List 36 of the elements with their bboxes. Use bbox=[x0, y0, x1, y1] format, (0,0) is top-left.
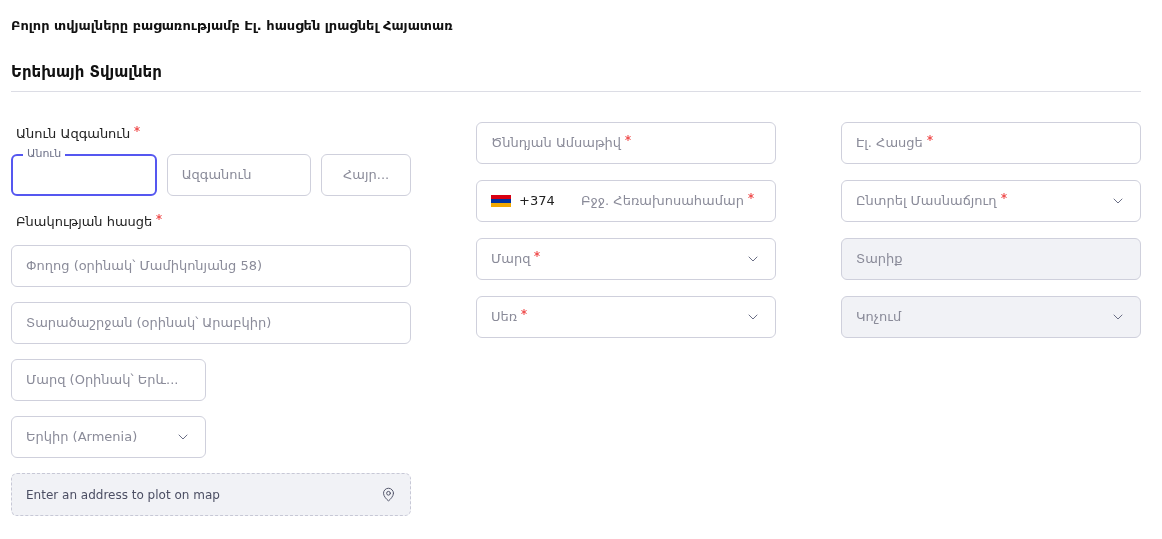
field-placeholder: Բջջ. Հեռախոսահամար bbox=[581, 192, 744, 211]
text-field[interactable]: Մարզ (Օրինակ՝ Երև... bbox=[11, 359, 206, 401]
field-placeholder: Մարզ (Օրինակ՝ Երև... bbox=[26, 371, 179, 390]
field-placeholder: Սեռ bbox=[491, 308, 518, 327]
select-field[interactable]: Ընտրել Մասնաճյուղ bbox=[841, 180, 1141, 222]
text-field[interactable]: Էլ. Հասցե bbox=[841, 122, 1141, 164]
phone-field[interactable]: +374 Բջջ. Հեռախոսահամար bbox=[476, 180, 776, 222]
field-placeholder: Ծննդյան Ամսաթիվ bbox=[491, 134, 622, 153]
field-placeholder: Կոչում bbox=[856, 308, 902, 327]
text-field[interactable]: Փողոց (օրինակ՝ Մամիկոնյանց 58) bbox=[11, 245, 411, 287]
map-pin-icon bbox=[381, 487, 396, 502]
field-placeholder: Enter an address to plot on map bbox=[26, 486, 220, 504]
field-placeholder: Տարիք bbox=[856, 250, 903, 269]
text-field[interactable]: Ազգանուն bbox=[166, 153, 312, 196]
field-placeholder: Մարզ bbox=[491, 250, 531, 269]
field-label: Անուն Ազգանուն bbox=[16, 125, 131, 143]
field-placeholder: Հայր... bbox=[343, 165, 390, 184]
field-label: Բնակության հասցե bbox=[16, 212, 153, 231]
form-notice: Բոլոր տվյալները բացառությամբ Էլ. հասցեն լրացնել Հայատառ bbox=[11, 17, 454, 35]
field-placeholder: Ազգանուն bbox=[181, 165, 252, 184]
text-field[interactable]: Տարածաշրջան (օրինակ՝ Արաբկիր) bbox=[11, 302, 411, 344]
select-field[interactable]: Մարզ bbox=[476, 238, 776, 280]
section-title: Երեխայի Տվյալներ bbox=[11, 62, 163, 83]
text-field[interactable]: Հայր... bbox=[321, 153, 411, 196]
field-placeholder: Երկիր (Armenia) bbox=[26, 428, 138, 447]
country-code: +374 bbox=[519, 192, 556, 211]
field-placeholder: Փողոց (օրինակ՝ Մամիկոնյանց 58) bbox=[26, 257, 263, 276]
text-field[interactable]: Ծննդյան Ամսաթիվ bbox=[476, 122, 776, 164]
field-placeholder: Էլ. Հասցե bbox=[856, 134, 923, 153]
field-placeholder: Տարածաշրջան (օրինակ՝ Արաբկիր) bbox=[26, 314, 272, 333]
field-placeholder: Ընտրել Մասնաճյուղ bbox=[856, 192, 997, 211]
select-field[interactable]: Երկիր (Armenia) bbox=[11, 416, 206, 458]
map-address-field[interactable]: Enter an address to plot on map bbox=[11, 473, 411, 516]
floating-label: Անուն bbox=[23, 146, 66, 161]
select-field[interactable]: Սեռ bbox=[476, 296, 776, 338]
flag-icon bbox=[491, 195, 511, 207]
